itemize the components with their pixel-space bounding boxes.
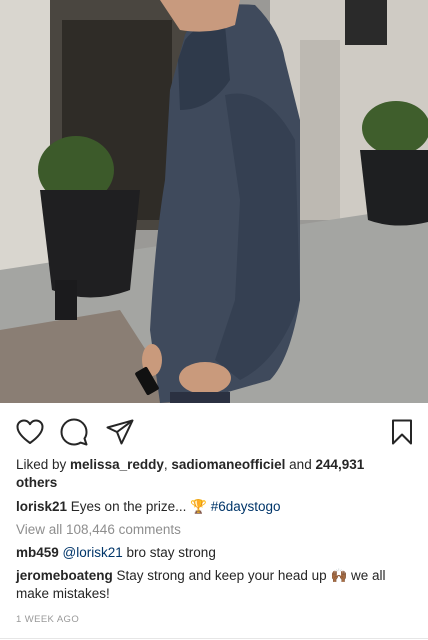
post-caption: lorisk21 Eyes on the prize... 🏆 #6daysto… — [16, 498, 416, 516]
like-button[interactable] — [14, 416, 46, 448]
comment-text: Stay strong and keep your head up — [112, 568, 331, 583]
bookmark-icon — [392, 419, 412, 445]
caption-username[interactable]: lorisk21 — [16, 499, 67, 514]
post-meta: Liked by melissa_reddy, sadiomaneofficie… — [16, 456, 416, 629]
heart-icon — [16, 419, 44, 444]
raised-hands-emoji-icon: 🙌🏾 — [330, 568, 348, 584]
photo-of-man-in-hoodie — [0, 0, 428, 403]
share-button[interactable] — [104, 416, 136, 448]
post-timestamp[interactable]: 1 WEEK AGO — [16, 611, 416, 629]
comment-button[interactable] — [58, 416, 90, 448]
comment-icon — [60, 418, 88, 446]
save-button[interactable] — [386, 416, 418, 448]
likes-and-text: and — [285, 457, 316, 472]
send-icon — [106, 419, 134, 445]
likes-others-count: 244,931 — [315, 457, 365, 472]
caption-hashtag[interactable]: #6daystogo — [211, 499, 281, 514]
comment-mention[interactable]: @lorisk21 — [63, 545, 123, 560]
likes-summary: Liked by melissa_reddy, sadiomaneofficie… — [16, 456, 416, 492]
likes-others-word: others — [16, 475, 58, 490]
view-all-comments-link[interactable]: View all 108,446 comments — [16, 521, 416, 539]
post-action-bar — [0, 403, 428, 458]
post-divider — [0, 638, 428, 639]
comment-item: jeromeboateng Stay strong and keep your … — [16, 567, 416, 603]
liked-by-user-link[interactable]: melissa_reddy — [70, 457, 164, 472]
comment-text: bro stay strong — [122, 545, 216, 560]
trophy-emoji-icon: 🏆 — [190, 499, 207, 515]
comment-item: mb459 @lorisk21 bro stay strong — [16, 544, 416, 562]
liked-by-user-link[interactable]: sadiomaneofficiel — [171, 457, 285, 472]
post-photo[interactable] — [0, 0, 428, 403]
comment-username[interactable]: mb459 — [16, 545, 59, 560]
likes-prefix: Liked by — [16, 457, 71, 472]
comment-username[interactable]: jeromeboateng — [16, 568, 113, 583]
caption-text: Eyes on the prize... — [67, 499, 191, 514]
